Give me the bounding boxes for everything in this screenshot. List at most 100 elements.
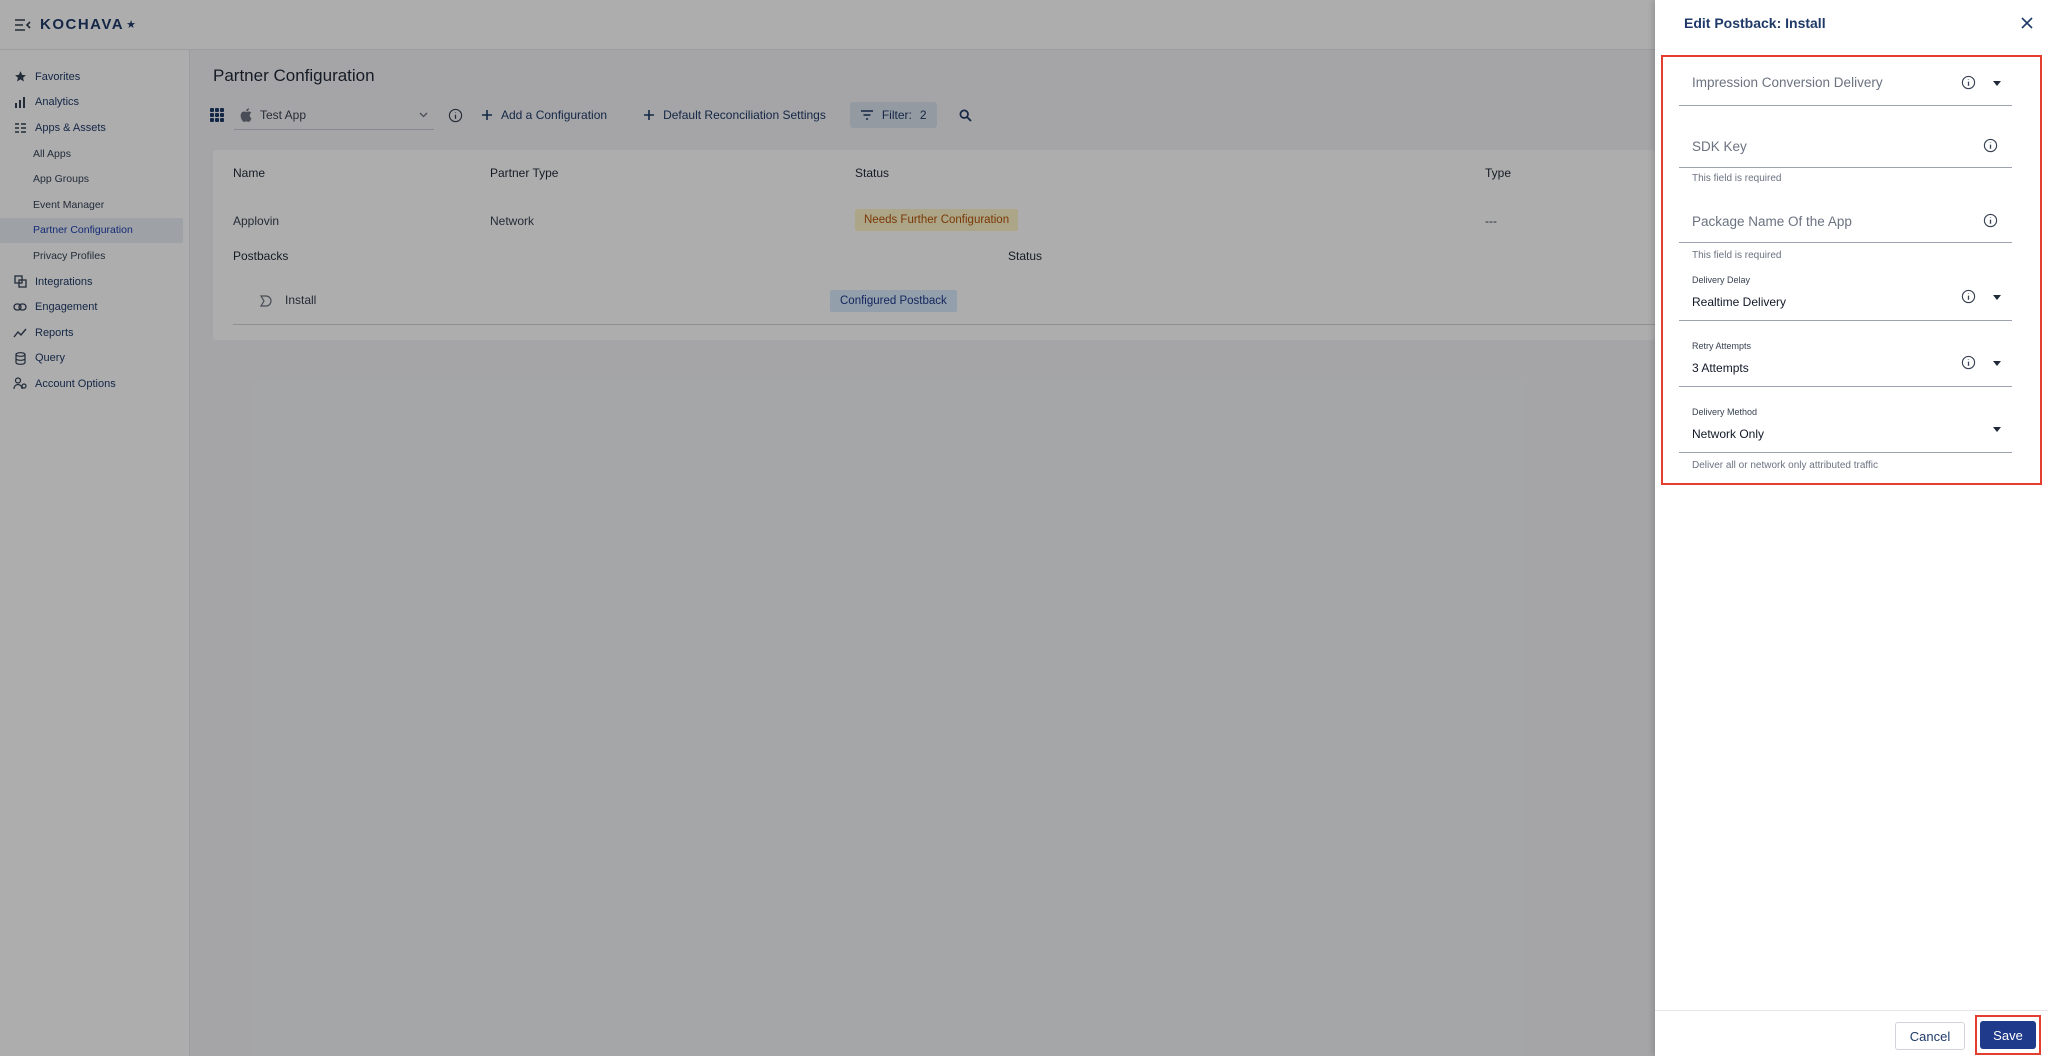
sdk-key-helper-text: This field is required: [1692, 173, 1782, 184]
info-icon[interactable]: [1961, 75, 1976, 90]
bar-chart-icon: [13, 95, 27, 109]
info-icon[interactable]: [1961, 355, 1976, 370]
integrations-icon: [13, 275, 27, 289]
sidebar-item-account-options[interactable]: Account Options: [0, 371, 189, 397]
sidebar-item-engagement[interactable]: Engagement: [0, 294, 189, 320]
save-highlight: Save: [1975, 1015, 2041, 1055]
sidebar-item-label: Favorites: [35, 70, 81, 83]
filter-label: Filter:: [881, 108, 912, 122]
row-divider: [233, 324, 1655, 325]
sidebar-item-label: Partner Configuration: [33, 224, 133, 237]
main-content: Partner Configuration Test App Add a Con…: [190, 50, 1655, 1056]
sidebar: Favorites Analytics Apps & Assets All Ap…: [0, 50, 190, 1056]
sidebar-item-partner-configuration[interactable]: Partner Configuration: [0, 217, 183, 244]
add-configuration-button[interactable]: Add a Configuration: [481, 108, 607, 122]
database-icon: [13, 351, 27, 365]
panel-footer: Cancel Save: [1655, 1010, 2048, 1056]
chevron-down-icon: [419, 112, 428, 117]
delivery-delay-value: Realtime Delivery: [1692, 295, 1787, 309]
package-name-input[interactable]: Package Name Of the App: [1679, 191, 2012, 243]
sidebar-item-event-manager[interactable]: Event Manager: [0, 192, 189, 218]
filter-button[interactable]: Filter: 2: [849, 102, 937, 128]
sidebar-item-label: Account Options: [35, 377, 116, 390]
sidebar-item-label: Event Manager: [33, 198, 105, 211]
apple-icon: [240, 107, 252, 122]
sidebar-item-all-apps[interactable]: All Apps: [0, 141, 189, 167]
column-header-status[interactable]: Status: [855, 166, 889, 180]
retry-attempts-value: 3 Attempts: [1692, 361, 1749, 375]
menu-collapse-icon[interactable]: [14, 18, 32, 32]
dropdown-caret-icon: [1993, 427, 2001, 432]
delivery-method-value: Network Only: [1692, 427, 1765, 441]
retry-attempts-label: Retry Attempts: [1692, 341, 1752, 351]
toolbar: Test App Add a Configuration Default Rec…: [210, 100, 972, 130]
filter-icon: [860, 110, 873, 120]
brand-star-icon: ★: [126, 19, 138, 31]
sidebar-item-label: Query: [35, 352, 65, 365]
postback-name[interactable]: Install: [285, 293, 316, 307]
info-icon[interactable]: [1961, 289, 1976, 304]
postback-status-badge: Configured Postback: [830, 290, 957, 312]
cancel-button[interactable]: Cancel: [1895, 1022, 1965, 1050]
row-partner-type: Network: [490, 214, 535, 228]
search-icon[interactable]: [959, 109, 972, 122]
app-root: KOCHAVA ★ Favorites Analytics Apps & Ass…: [0, 0, 2048, 1056]
people-icon: [13, 377, 27, 391]
delivery-method-select[interactable]: Delivery Method Network Only: [1679, 402, 2012, 453]
info-icon[interactable]: [1983, 138, 1998, 153]
sidebar-item-reports[interactable]: Reports: [0, 320, 189, 346]
app-select[interactable]: Test App: [234, 100, 434, 130]
filter-count: 2: [919, 108, 927, 122]
impression-conversion-delivery-select[interactable]: Impression Conversion Delivery: [1679, 57, 2012, 106]
column-header-partner-type[interactable]: Partner Type: [490, 166, 558, 180]
app-select-value: Test App: [260, 107, 307, 122]
column-header-name[interactable]: Name: [233, 166, 265, 180]
save-button[interactable]: Save: [1980, 1021, 2036, 1049]
default-reconciliation-label: Default Reconciliation Settings: [663, 108, 826, 122]
apps-icon: [13, 121, 27, 135]
star-icon: [13, 70, 27, 84]
sidebar-item-privacy-profiles[interactable]: Privacy Profiles: [0, 243, 189, 269]
postbacks-status-header: Status: [1008, 249, 1043, 263]
retry-attempts-select[interactable]: Retry Attempts 3 Attempts: [1679, 336, 2012, 387]
package-name-helper-text: This field is required: [1692, 250, 1782, 261]
close-icon[interactable]: [2019, 15, 2035, 31]
sidebar-item-query[interactable]: Query: [0, 346, 189, 372]
package-name-placeholder: Package Name Of the App: [1692, 214, 1852, 229]
panel-title: Edit Postback: Install: [1684, 15, 1826, 31]
status-badge: Needs Further Configuration: [855, 209, 1019, 231]
dropdown-caret-icon: [1993, 81, 2001, 86]
brand-name: KOCHAVA: [40, 16, 125, 33]
info-icon[interactable]: [448, 108, 463, 123]
page-title: Partner Configuration: [213, 66, 375, 85]
dropdown-caret-icon: [1993, 361, 2001, 366]
plus-icon: [482, 110, 492, 120]
plus-icon: [644, 110, 655, 120]
info-icon[interactable]: [1983, 213, 1998, 228]
delivery-method-helper-text: Deliver all or network only attributed t…: [1692, 460, 1879, 471]
sidebar-item-apps-assets[interactable]: Apps & Assets: [0, 115, 189, 141]
sidebar-item-label: All Apps: [33, 147, 71, 160]
brand-logo[interactable]: KOCHAVA ★: [40, 16, 137, 33]
sdk-key-input[interactable]: SDK Key: [1679, 117, 2012, 168]
sidebar-item-favorites[interactable]: Favorites: [0, 64, 189, 90]
app-grid-icon[interactable]: [210, 108, 224, 122]
default-reconciliation-button[interactable]: Default Reconciliation Settings: [643, 108, 826, 122]
delivery-delay-select[interactable]: Delivery Delay Realtime Delivery: [1679, 269, 2012, 321]
sdk-key-placeholder: SDK Key: [1692, 139, 1747, 154]
partner-table: Name Partner Type Status Type Applovin N…: [213, 150, 1655, 340]
sidebar-item-label: Integrations: [35, 275, 93, 288]
sidebar-item-app-groups[interactable]: App Groups: [0, 166, 189, 192]
postback-event-icon: [259, 295, 272, 307]
sidebar-item-integrations[interactable]: Integrations: [0, 269, 189, 295]
row-name[interactable]: Applovin: [233, 214, 279, 228]
link-icon: [13, 300, 27, 314]
sidebar-item-label: Apps & Assets: [35, 121, 106, 134]
column-header-type[interactable]: Type: [1485, 166, 1511, 180]
top-bar: KOCHAVA ★: [0, 0, 1655, 50]
sidebar-item-analytics[interactable]: Analytics: [0, 90, 189, 116]
impression-placeholder: Impression Conversion Delivery: [1692, 75, 1883, 90]
dropdown-caret-icon: [1993, 295, 2001, 300]
row-type: ---: [1485, 214, 1497, 228]
sidebar-item-label: Reports: [35, 326, 74, 339]
